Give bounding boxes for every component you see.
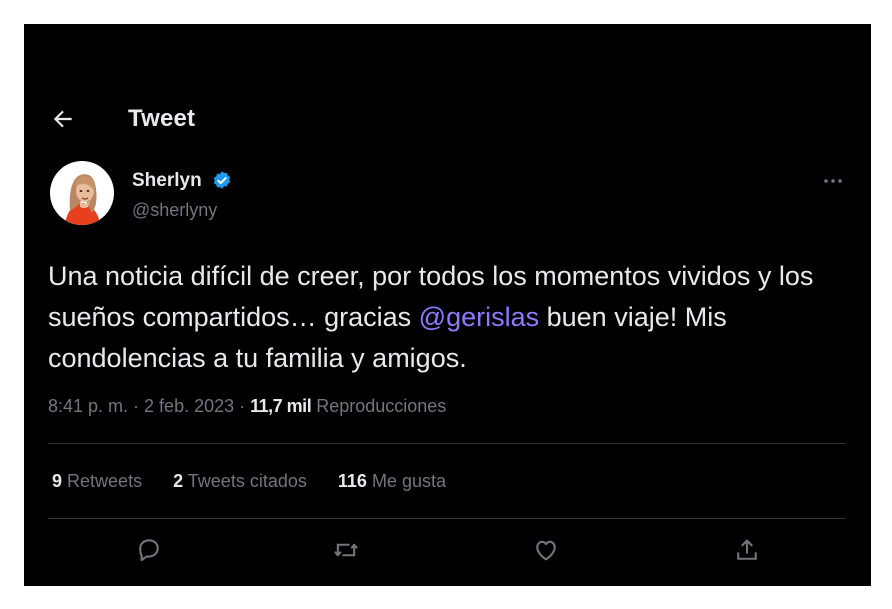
header: Tweet bbox=[24, 104, 871, 136]
tweet-stats: 9 Retweets 2 Tweets citados 116 Me gusta bbox=[52, 471, 472, 492]
tweet-text: Una noticia difícil de creer, por todos … bbox=[48, 256, 848, 379]
retweets-count: 9 bbox=[52, 471, 63, 491]
tweet-meta: 8:41 p. m. · 2 feb. 2023 · 11,7 mil Repr… bbox=[48, 396, 446, 417]
like-icon[interactable] bbox=[532, 536, 560, 564]
retweet-icon[interactable] bbox=[332, 536, 360, 564]
meta-separator: · bbox=[128, 396, 145, 416]
views-count: 11,7 mil bbox=[250, 396, 312, 416]
likes-label: Me gusta bbox=[371, 471, 446, 491]
retweets-label: Retweets bbox=[67, 471, 143, 491]
retweets-stat[interactable]: 9 Retweets bbox=[52, 471, 142, 492]
avatar[interactable] bbox=[50, 161, 114, 225]
divider bbox=[48, 443, 846, 444]
quotes-stat[interactable]: 2 Tweets citados bbox=[173, 471, 307, 492]
share-icon[interactable] bbox=[733, 536, 761, 564]
tweet-time[interactable]: 8:41 p. m. bbox=[48, 396, 128, 416]
reply-icon[interactable] bbox=[135, 536, 163, 564]
page-title: Tweet bbox=[128, 105, 196, 132]
quotes-label: Tweets citados bbox=[187, 471, 307, 491]
mention-link[interactable]: @gerislas bbox=[419, 302, 539, 332]
divider bbox=[48, 518, 846, 519]
meta-separator: · bbox=[234, 396, 251, 416]
quotes-count: 2 bbox=[173, 471, 184, 491]
tweet-page: Tweet Sherlyn @sherlyny Una noticia difí… bbox=[24, 24, 871, 586]
author-name-block[interactable]: Sherlyn bbox=[132, 170, 233, 192]
likes-stat[interactable]: 116 Me gusta bbox=[338, 471, 446, 492]
author-display-name[interactable]: Sherlyn bbox=[132, 170, 202, 192]
verified-badge-icon bbox=[211, 170, 233, 192]
more-options-icon[interactable] bbox=[821, 172, 845, 190]
views-label: Reproducciones bbox=[316, 396, 447, 416]
likes-count: 116 bbox=[337, 471, 367, 491]
back-arrow-icon[interactable] bbox=[50, 106, 76, 132]
author-handle[interactable]: @sherlyny bbox=[132, 200, 217, 221]
tweet-actions bbox=[24, 536, 871, 568]
tweet-date[interactable]: 2 feb. 2023 bbox=[144, 396, 234, 416]
